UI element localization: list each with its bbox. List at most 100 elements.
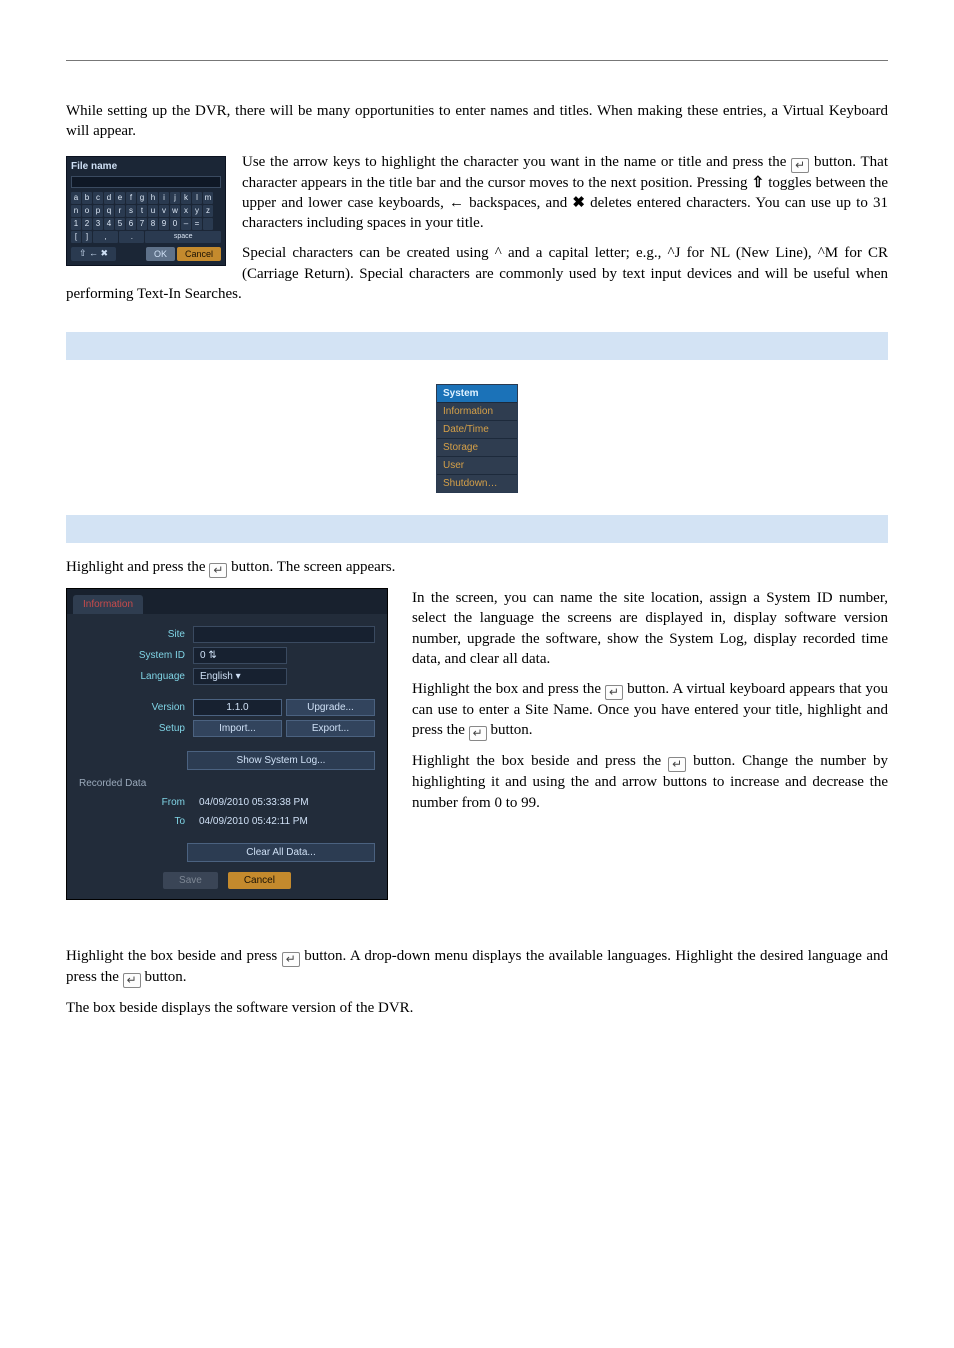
export-button[interactable]: Export...	[286, 720, 375, 737]
kbd-key[interactable]: r	[115, 205, 125, 217]
language-select[interactable]: English ▾	[193, 668, 287, 685]
site-field[interactable]	[193, 626, 375, 643]
kbd-key[interactable]: m	[203, 192, 213, 204]
kbd-key[interactable]: –	[181, 218, 191, 230]
label-setup: Setup	[79, 723, 185, 734]
save-button[interactable]: Save	[163, 872, 218, 889]
header-rule	[66, 60, 888, 61]
info-tab[interactable]: Information	[73, 595, 143, 614]
info-tabbar: Information	[67, 589, 387, 614]
intro-paragraph: While setting up the DVR, there will be …	[66, 101, 888, 142]
kbd-key[interactable]: q	[104, 205, 114, 217]
text: button.	[144, 969, 186, 985]
kbd-space-key[interactable]: space	[145, 231, 221, 243]
system-menu-item[interactable]: User	[437, 456, 517, 474]
label-version: Version	[79, 702, 185, 713]
kbd-key[interactable]: 9	[159, 218, 169, 230]
cancel-button[interactable]: Cancel	[228, 872, 291, 889]
systemid-value: 0	[200, 650, 206, 661]
section-bar-2	[66, 515, 888, 543]
language-value: English	[200, 671, 233, 682]
text: box and press the	[496, 681, 605, 697]
recorded-data-heading: Recorded Data	[67, 772, 387, 789]
system-menu-item[interactable]: Shutdown…	[437, 474, 517, 492]
clear-all-button[interactable]: Clear All Data...	[187, 843, 375, 862]
text: screen, you can name the site location, …	[412, 590, 888, 667]
text: and	[595, 774, 622, 790]
kbd-key[interactable]: 3	[93, 218, 103, 230]
systemid-stepper[interactable]: 0 ⇅	[193, 647, 287, 664]
kbd-mod-keys[interactable]: ⇧ ← ✖	[71, 247, 116, 261]
kbd-key[interactable]: =	[192, 218, 202, 230]
text: button.	[490, 722, 532, 738]
kbd-key[interactable]: 8	[148, 218, 158, 230]
back-arrow-icon: ←	[449, 195, 464, 211]
kbd-key[interactable]: t	[137, 205, 147, 217]
kbd-key[interactable]: 0	[170, 218, 180, 230]
kbd-key[interactable]: y	[192, 205, 202, 217]
text: button. The	[231, 559, 304, 575]
kbd-key[interactable]: d	[104, 192, 114, 204]
enter-icon: ↵	[668, 757, 686, 772]
text: Use the arrow keys to highlight the char…	[242, 154, 791, 170]
kbd-key[interactable]: v	[159, 205, 169, 217]
kbd-key[interactable]: n	[71, 205, 81, 217]
text: Highlight the box beside	[66, 948, 220, 964]
text: and press the	[127, 559, 209, 575]
text: In the	[412, 590, 456, 606]
kbd-key[interactable]: c	[93, 192, 103, 204]
kbd-key[interactable]: w	[170, 205, 180, 217]
kbd-key[interactable]: 5	[115, 218, 125, 230]
system-menu-item[interactable]: Date/Time	[437, 420, 517, 438]
kbd-key[interactable]: j	[170, 192, 180, 204]
kbd-key[interactable]: f	[126, 192, 136, 204]
kbd-key[interactable]: 1	[71, 218, 81, 230]
info-para-3: Highlight the box beside and press the ↵…	[412, 751, 888, 813]
kbd-key[interactable]: e	[115, 192, 125, 204]
kbd-key[interactable]: a	[71, 192, 81, 204]
upgrade-button[interactable]: Upgrade...	[286, 699, 375, 716]
text: displays the software version of the DVR…	[161, 1000, 413, 1016]
kbd-key[interactable]: 7	[137, 218, 147, 230]
kbd-key[interactable]: z	[203, 205, 213, 217]
kbd-key[interactable]: ,	[93, 231, 118, 243]
kbd-key[interactable]: .	[119, 231, 144, 243]
version-value-box: 1.1.0	[193, 699, 282, 716]
kbd-key[interactable]: 2	[82, 218, 92, 230]
kbd-key[interactable]: s	[126, 205, 136, 217]
kbd-key[interactable]: 4	[104, 218, 114, 230]
kbd-key[interactable]: l	[192, 192, 202, 204]
kbd-key[interactable]: g	[137, 192, 147, 204]
show-log-button[interactable]: Show System Log...	[187, 751, 375, 770]
bottom-para-2: The box beside displays the software ver…	[66, 998, 888, 1018]
system-menu-item[interactable]: Information	[437, 402, 517, 420]
kbd-key[interactable]: 6	[126, 218, 136, 230]
kbd-key[interactable]: i	[159, 192, 169, 204]
info-para-1: In the screen, you can name the site loc…	[412, 588, 888, 669]
kbd-title: File name	[71, 161, 221, 172]
kbd-key[interactable]: p	[93, 205, 103, 217]
text: Highlight the	[412, 681, 496, 697]
kbd-key[interactable]: b	[82, 192, 92, 204]
erase-icon: ✖	[572, 195, 585, 211]
kbd-key[interactable]: h	[148, 192, 158, 204]
import-button[interactable]: Import...	[193, 720, 282, 737]
text: screen appears.	[304, 559, 396, 575]
kbd-ok-button[interactable]: OK	[146, 247, 175, 261]
kbd-key[interactable]	[203, 218, 213, 230]
kbd-key[interactable]: o	[82, 205, 92, 217]
open-info-paragraph: Highlight and press the ↵ button. The sc…	[66, 557, 888, 578]
text: The box beside	[66, 1000, 161, 1016]
kbd-key[interactable]: k	[181, 192, 191, 204]
kbd-key[interactable]: u	[148, 205, 158, 217]
kbd-input-field[interactable]	[71, 176, 221, 188]
enter-icon: ↵	[791, 158, 809, 173]
kbd-row-4: [ ] , . space	[71, 231, 221, 243]
kbd-key[interactable]: ]	[82, 231, 92, 243]
system-menu-item[interactable]: Storage	[437, 438, 517, 456]
kbd-key[interactable]: [	[71, 231, 81, 243]
from-value: 04/09/2010 05:33:38 PM	[193, 795, 375, 810]
kbd-cancel-button[interactable]: Cancel	[177, 247, 221, 261]
kbd-key[interactable]: x	[181, 205, 191, 217]
enter-icon: ↵	[605, 685, 623, 700]
